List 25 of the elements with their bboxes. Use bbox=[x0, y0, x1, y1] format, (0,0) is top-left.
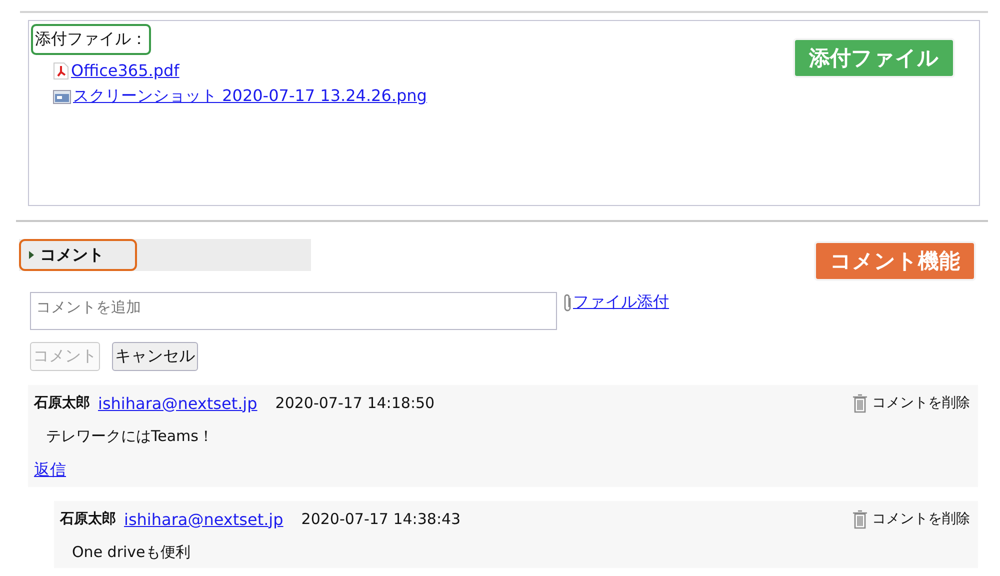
attach-file-link[interactable]: ファイル添付 bbox=[573, 292, 669, 313]
attachments-label: 添付ファイル： bbox=[31, 24, 151, 55]
author-email-link[interactable]: ishihara@nextset.jp bbox=[124, 510, 284, 528]
comment-text: One driveも便利 bbox=[72, 543, 192, 562]
delete-comment-link[interactable]: コメントを削除 bbox=[872, 510, 970, 528]
trash-icon[interactable] bbox=[852, 509, 868, 529]
comment-timestamp: 2020-07-17 14:38:43 bbox=[301, 510, 461, 528]
image-file-icon bbox=[53, 90, 71, 104]
paperclip-icon bbox=[563, 292, 573, 312]
comment-timestamp: 2020-07-17 14:18:50 bbox=[275, 394, 435, 412]
comments-callout: コメント機能 bbox=[814, 241, 976, 281]
comment-section-toggle[interactable]: コメント bbox=[19, 239, 137, 271]
comment-author: 石原太郎 bbox=[34, 394, 90, 412]
comment-input-field[interactable]: コメントを追加 bbox=[30, 292, 557, 330]
file-link[interactable]: スクリーンショット 2020-07-17 13.24.26.png bbox=[73, 86, 427, 107]
file-link[interactable]: Office365.pdf bbox=[71, 61, 180, 80]
attachments-callout: 添付ファイル bbox=[793, 38, 955, 78]
author-email-link[interactable]: ishihara@nextset.jp bbox=[98, 394, 258, 412]
delete-comment-link[interactable]: コメントを削除 bbox=[872, 394, 970, 412]
reply-link[interactable]: 返信 bbox=[34, 460, 66, 481]
trash-icon[interactable] bbox=[852, 393, 868, 413]
pdf-file-icon bbox=[53, 62, 69, 80]
comment-author: 石原太郎 bbox=[60, 510, 116, 528]
comment-text: テレワークにはTeams！ bbox=[46, 427, 214, 446]
cancel-button[interactable]: キャンセル bbox=[112, 342, 198, 371]
